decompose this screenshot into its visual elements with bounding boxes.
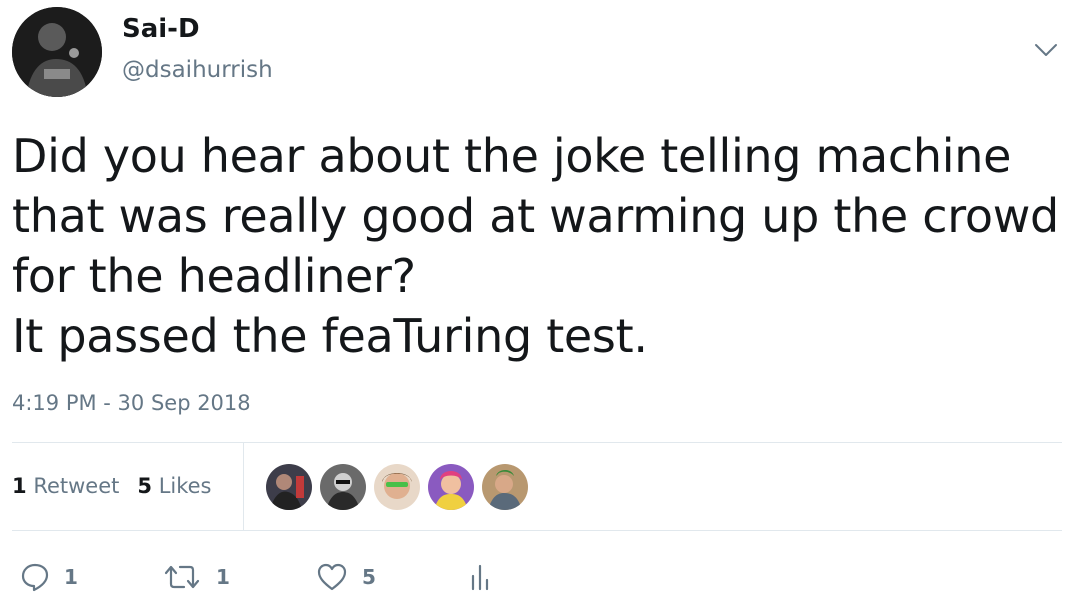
author-avatar[interactable] xyxy=(12,7,102,97)
tweet-line: It passed the feaTuring test. xyxy=(12,309,648,363)
reply-button[interactable]: 1 xyxy=(20,560,78,594)
tweet-line: Did you hear about the joke telling mach… xyxy=(12,129,1012,183)
liker-avatar[interactable] xyxy=(266,464,312,510)
likes-count: 5 xyxy=(137,474,152,498)
retweets-count: 1 xyxy=(12,474,27,498)
divider xyxy=(12,442,1062,443)
tweet-stats: 1 Retweet 5 Likes xyxy=(12,470,212,502)
author-handle[interactable]: @dsaihurrish xyxy=(122,55,273,85)
liker-avatar[interactable] xyxy=(320,464,366,510)
reply-count: 1 xyxy=(64,565,78,589)
likers-avatars xyxy=(266,464,528,510)
author-display-name[interactable]: Sai-D xyxy=(122,12,200,46)
analytics-icon xyxy=(471,564,489,591)
author-avatar-image xyxy=(12,7,102,97)
likes-stat[interactable]: 5 Likes xyxy=(137,470,211,502)
retweet-button[interactable]: 1 xyxy=(162,560,230,594)
tweet-timestamp[interactable]: 4:19 PM - 30 Sep 2018 xyxy=(12,388,251,418)
heart-icon xyxy=(317,563,347,591)
retweet-count: 1 xyxy=(216,565,230,589)
more-options-button[interactable] xyxy=(1030,38,1062,62)
like-count: 5 xyxy=(362,565,376,589)
retweet-icon xyxy=(164,565,200,589)
retweets-stat[interactable]: 1 Retweet xyxy=(12,470,119,502)
retweets-label: Retweet xyxy=(33,474,120,498)
divider xyxy=(12,530,1062,531)
liker-avatar[interactable] xyxy=(482,464,528,510)
analytics-button[interactable] xyxy=(468,560,494,594)
tweet-line: that was really good at warming up the c… xyxy=(12,189,1059,243)
reply-icon xyxy=(21,563,49,592)
tweet-line: for the headliner? xyxy=(12,249,416,303)
chevron-down-icon xyxy=(1035,44,1057,56)
liker-avatar[interactable] xyxy=(428,464,474,510)
divider xyxy=(243,443,244,530)
like-button[interactable]: 5 xyxy=(316,560,376,594)
tweet-text: Did you hear about the joke telling mach… xyxy=(12,126,1062,366)
liker-avatar[interactable] xyxy=(374,464,420,510)
likes-label: Likes xyxy=(158,474,212,498)
